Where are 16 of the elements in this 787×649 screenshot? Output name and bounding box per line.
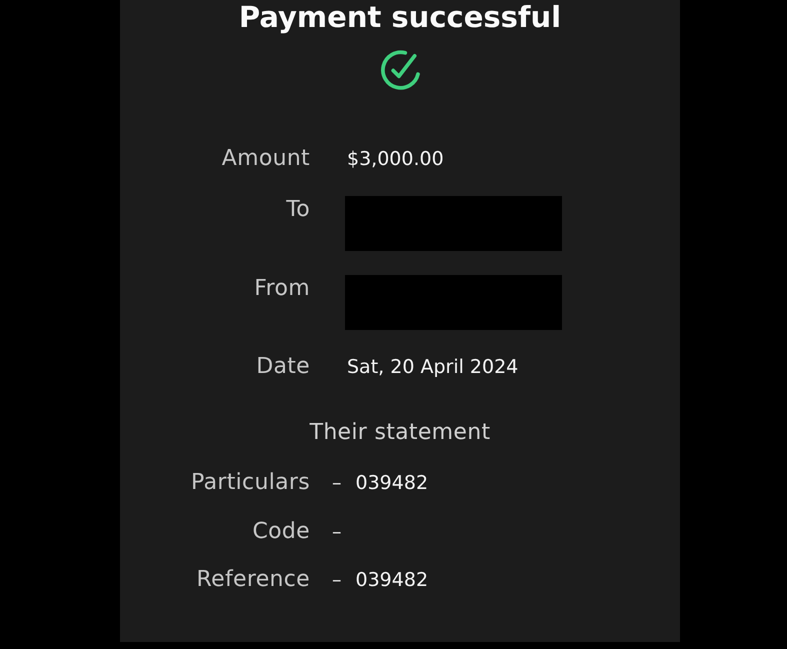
dash-separator: – xyxy=(332,568,342,593)
field-label: Code xyxy=(251,518,310,544)
section-heading: Their statement xyxy=(310,420,490,446)
field-value: $3,000.00 xyxy=(347,147,444,172)
field-value: 039482 xyxy=(356,568,428,593)
field-label: From xyxy=(253,275,310,302)
field-value: 039482 xyxy=(356,471,428,496)
dash-separator: – xyxy=(332,520,342,544)
page-title: Payment successful xyxy=(238,0,562,34)
field-label: Reference xyxy=(196,567,310,593)
field-label: To xyxy=(285,196,310,223)
field-label: Particulars xyxy=(190,470,310,496)
field-label: Date xyxy=(255,354,310,380)
dash-separator: – xyxy=(332,471,342,496)
field-value: Sat, 20 April 2024 xyxy=(347,355,518,380)
field-label: Amount xyxy=(220,146,310,172)
